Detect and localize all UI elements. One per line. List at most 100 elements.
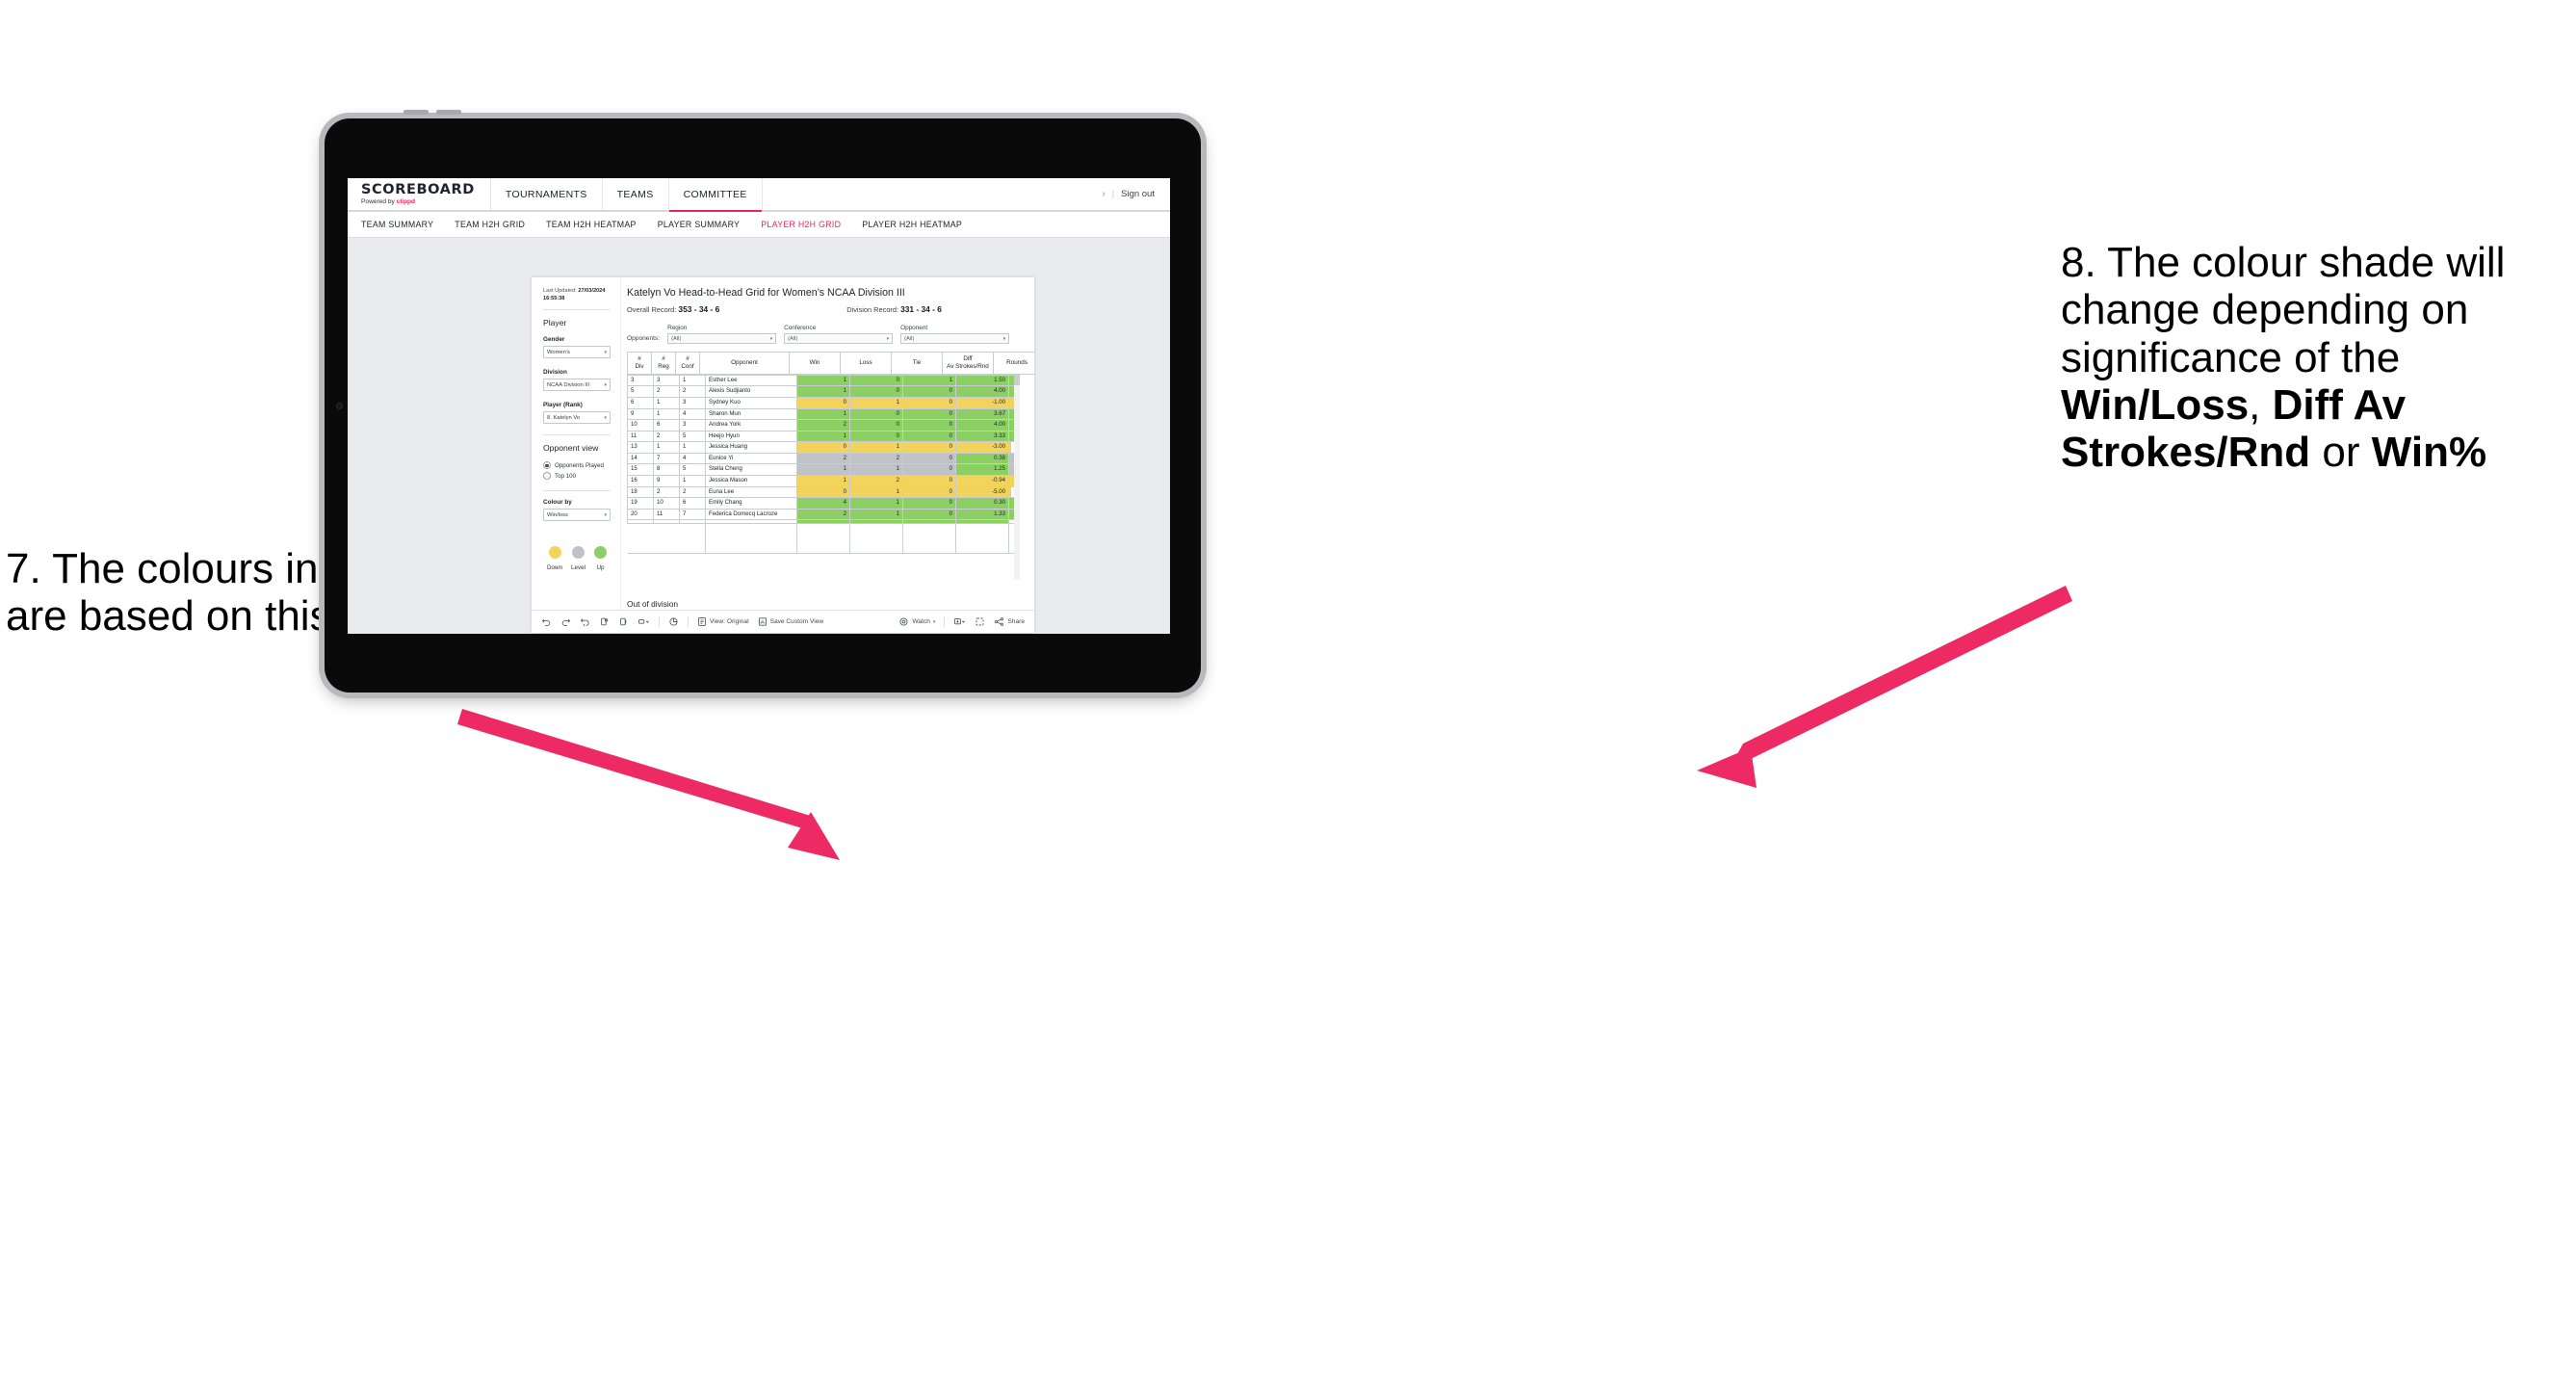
table-row[interactable]: 331Esther Lee1011.504 [627,374,1020,387]
overall-record-value: 353 - 34 - 6 [678,304,720,314]
filter-conference-select[interactable]: (All) ▾ [784,333,894,344]
toolbar-separator-3 [944,616,946,627]
tablet-device: SCOREBOARD Powered by clippd TOURNAMENTS… [325,110,1201,693]
colour-by-label: Colour by [543,499,572,507]
cell-div: 3 [627,374,654,387]
filter-opponent-select[interactable]: (All) ▾ [900,333,1010,344]
radio-opponents-played[interactable]: Opponents Played [543,461,611,470]
subnav-item-player-h2h-heatmap[interactable]: PLAYER H2H HEATMAP [862,220,962,229]
table-row[interactable]: 1822Euna Lee010-5.002 [627,485,1020,499]
save-custom-view-label: Save Custom View [769,618,824,625]
gender-select[interactable]: Women’s ▾ [543,346,611,359]
undo-icon[interactable] [541,616,552,627]
nav-item-committee[interactable]: COMMITTEE [668,178,763,212]
legend-dot-down [548,546,561,560]
radio-top-100[interactable]: Top 100 [543,472,611,481]
cell-tie: 0 [902,407,956,421]
player-rank-select[interactable]: 8. Katelyn Vo ▾ [543,411,611,425]
cell-conf: 1 [679,475,706,487]
legend-item-down: Down [547,546,562,571]
app-header: SCOREBOARD Powered by clippd TOURNAMENTS… [348,178,1170,212]
front-camera [337,404,342,408]
nav-item-tournaments[interactable]: TOURNAMENTS [491,178,603,210]
cell-reg: 2 [653,385,680,398]
cell-diff: 0.30 [955,497,1009,510]
annotation-right: 8. The colour shade will change dependin… [2061,239,2571,476]
division-select[interactable]: NCAA Division III ▾ [543,379,611,392]
subnav-item-player-h2h-grid[interactable]: PLAYER H2H GRID [761,220,841,229]
revert-icon[interactable] [580,616,590,627]
opponents-label: Opponents: [627,335,661,342]
table-row[interactable]: 1125Heejo Hyun1003.333 [627,430,1020,443]
cell-reg: 3 [653,374,680,387]
subnav-item-player-summary[interactable]: PLAYER SUMMARY [658,220,741,229]
watch-button[interactable]: Watch ▾ [898,616,935,627]
cell-loss: 1 [849,441,903,454]
sidebar-heading-player: Player [543,318,567,328]
cell-tie: 0 [902,475,956,487]
cell-opponent: Sharon Mun [705,407,797,421]
table-row[interactable]: 914Sharon Mun1003.673 [627,407,1020,421]
cell-reg: 11 [653,508,680,521]
header-right: › | Sign out [1102,178,1170,210]
cell-div: 13 [627,441,654,454]
cell-diff: 4.00 [955,385,1009,398]
refresh-icon[interactable] [599,616,610,627]
table-row[interactable]: 1311Jessica Huang010-3.002 [627,441,1020,454]
cell-diff: 4.00 [955,419,1009,431]
cell-reg: 1 [653,441,680,454]
toolbar-separator-2 [688,616,689,627]
select-tool-dropdown[interactable] [637,616,650,627]
cell-diff: -0.94 [955,475,1009,487]
cell-reg: 10 [653,497,680,510]
cell-loss: 0 [849,407,903,421]
share-button[interactable]: Share [994,616,1025,627]
table-row[interactable]: 19106Emily Chang4100.3011 [627,497,1020,510]
brand-subtitle: Powered by clippd [361,198,475,206]
view-original-button[interactable]: View: Original [697,616,749,627]
subnav-item-team-summary[interactable]: TEAM SUMMARY [361,220,433,229]
cell-loss: 0 [849,430,903,443]
arrow-right [1697,586,2072,788]
cell-div: 16 [627,475,654,487]
cell-blank [955,523,1009,555]
filter-region-select[interactable]: (All) ▾ [667,333,777,344]
cell-div: 19 [627,497,654,510]
cell-reg: 8 [653,463,680,477]
cell-opponent: Eunice Yi [705,452,797,465]
chevron-right-icon[interactable]: › [1102,189,1105,199]
pause-icon[interactable] [618,616,629,627]
table-row[interactable]: 20117Federica Domecq Lacroze2101.336 [627,508,1020,521]
subnav-item-team-h2h-grid[interactable]: TEAM H2H GRID [455,220,525,229]
grid-scrollbar-thumb[interactable] [1014,374,1020,385]
download-dropdown[interactable] [953,616,966,627]
cell-opponent: Stella Cheng [705,463,797,477]
redo-icon[interactable] [560,616,571,627]
volume-button-up [403,110,429,115]
fullscreen-icon[interactable] [975,616,985,627]
pie-chart-icon[interactable] [668,616,679,627]
sign-out-button[interactable]: Sign out [1121,189,1155,199]
nav-item-teams[interactable]: TEAMS [603,178,669,210]
grid-scrollbar[interactable] [1014,374,1020,579]
subnav-item-team-h2h-heatmap[interactable]: TEAM H2H HEATMAP [546,220,637,229]
cell-opponent: Esther Lee [705,374,797,387]
share-label: Share [1007,618,1025,625]
table-row[interactable]: 613Sydney Kuo010-1.003 [627,396,1020,409]
table-row[interactable]: 522Alexis Sudjianto1004.003 [627,385,1020,398]
cell-conf: 1 [679,441,706,454]
annotation-right-bold-3: Win% [2371,429,2487,477]
table-row[interactable]: 1585Stella Cheng1101.254 [627,463,1020,477]
brand-logo[interactable]: SCOREBOARD Powered by clippd [348,178,491,210]
table-row[interactable]: 1691Jessica Mason120-0.947 [627,475,1020,487]
cell-reg: 2 [653,430,680,443]
table-row[interactable]: 1063Andrea York2004.004 [627,419,1020,431]
cell-reg: 2 [653,485,680,499]
h2h-grid-scroll-area[interactable]: 331Esther Lee1011.504522Alexis Sudjianto… [627,374,1020,590]
table-row[interactable]: 1474Eunice Yi2200.389 [627,452,1020,465]
sidebar-divider-1 [543,309,611,311]
cell-tie: 1 [902,374,956,387]
save-custom-view-button[interactable]: Save Custom View [758,616,824,627]
colour-by-select[interactable]: Win/loss ▾ [543,509,611,522]
sidebar-divider-2 [543,434,611,436]
